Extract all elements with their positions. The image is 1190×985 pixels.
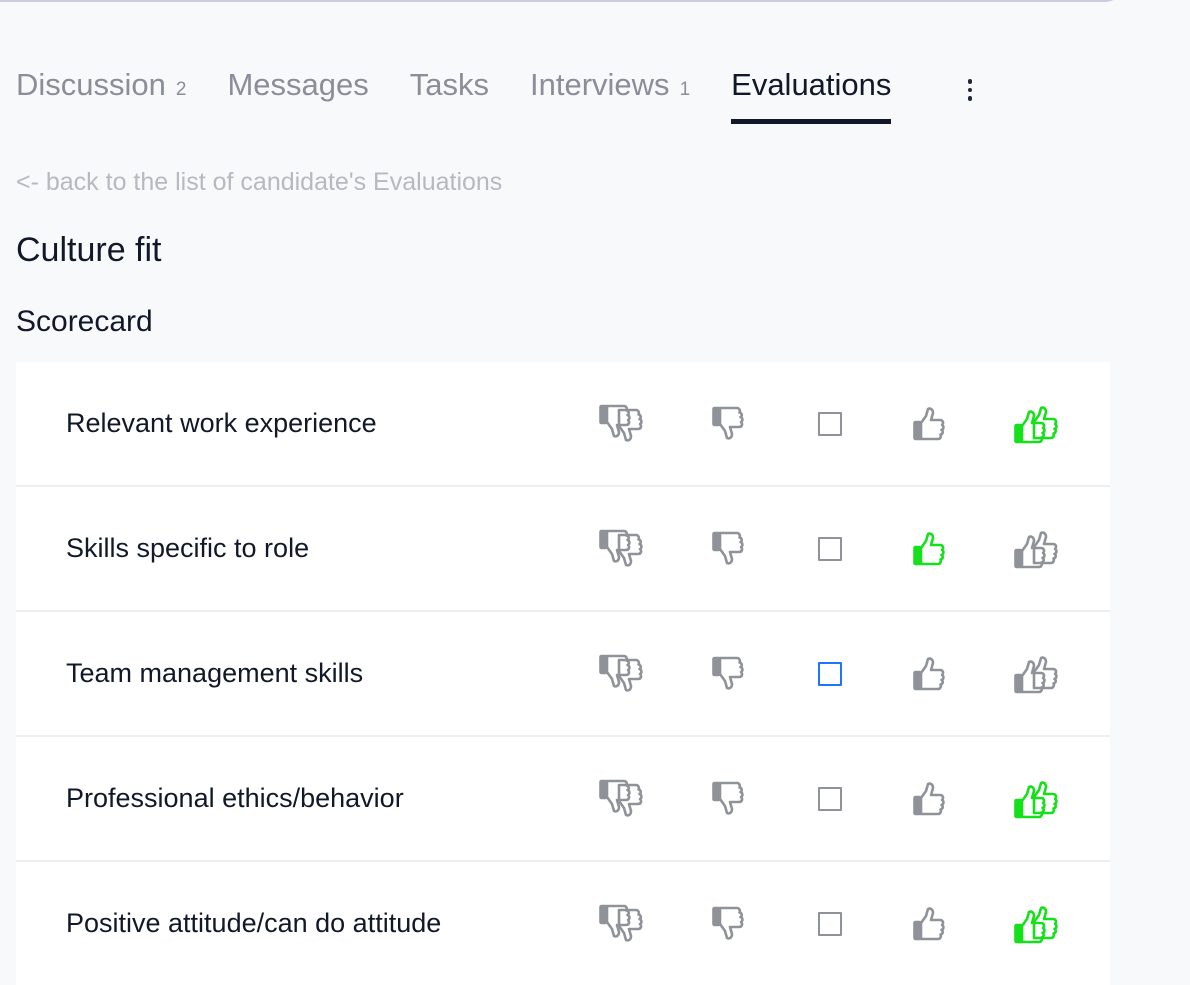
criterion-name: Team management skills xyxy=(66,658,364,688)
tab-interviews-label: Interviews xyxy=(530,67,670,102)
thumbs-down-icon[interactable] xyxy=(704,775,752,823)
tab-evaluations-label: Evaluations xyxy=(731,67,892,102)
criterion-name: Skills specific to role xyxy=(66,533,310,563)
strong-yes-icon[interactable] xyxy=(1013,525,1061,573)
thumbs-up-icon[interactable] xyxy=(905,775,953,823)
criterion-name: Relevant work experience xyxy=(66,408,377,438)
thumbs-up-icon[interactable] xyxy=(905,525,953,573)
neutral-checkbox-icon[interactable] xyxy=(806,775,854,823)
tab-discussion-count: 2 xyxy=(175,79,187,100)
thumbs-down-icon[interactable] xyxy=(704,525,752,573)
criterion-name: Positive attitude/can do attitude xyxy=(66,908,442,938)
neutral-checkbox-icon[interactable] xyxy=(806,650,854,698)
scorecard-card: Relevant work experience Skills specific… xyxy=(16,362,1110,985)
strong-no-icon[interactable] xyxy=(598,525,646,573)
strong-yes-icon[interactable] xyxy=(1013,650,1061,698)
strong-no-icon[interactable] xyxy=(598,775,646,823)
tab-messages-label: Messages xyxy=(227,67,369,102)
scorecard-row: Team management skills xyxy=(16,612,1110,737)
scorecard-row: Positive attitude/can do attitude xyxy=(16,862,1110,985)
tab-bar: Discussion 2 Messages Tasks Interviews 1 E… xyxy=(16,64,932,124)
thumbs-up-icon[interactable] xyxy=(905,650,953,698)
strong-yes-icon[interactable] xyxy=(1013,775,1061,823)
strong-no-icon[interactable] xyxy=(598,900,646,948)
thumbs-down-icon[interactable] xyxy=(704,650,752,698)
scorecard-row: Relevant work experience xyxy=(16,362,1110,487)
tab-tasks-label: Tasks xyxy=(409,67,490,102)
section-title: Scorecard xyxy=(16,305,153,338)
top-card-border xyxy=(0,0,1120,2)
strong-no-icon[interactable] xyxy=(598,400,646,448)
tab-interviews[interactable]: Interviews 1 xyxy=(530,64,690,124)
tab-evaluations[interactable]: Evaluations xyxy=(731,64,892,124)
thumbs-up-icon[interactable] xyxy=(905,900,953,948)
thumbs-up-icon[interactable] xyxy=(905,400,953,448)
criterion-name: Professional ethics/behavior xyxy=(66,783,404,813)
tab-messages[interactable]: Messages xyxy=(227,64,368,124)
neutral-checkbox-icon[interactable] xyxy=(806,900,854,948)
tab-discussion-label: Discussion xyxy=(16,67,166,102)
scorecard-row: Professional ethics/behavior xyxy=(16,737,1110,862)
strong-yes-icon[interactable] xyxy=(1013,400,1061,448)
tab-tasks[interactable]: Tasks xyxy=(410,64,489,124)
strong-yes-icon[interactable] xyxy=(1013,900,1061,948)
thumbs-down-icon[interactable] xyxy=(704,400,752,448)
tab-interviews-count: 1 xyxy=(679,79,691,100)
scorecard-row: Skills specific to role xyxy=(16,487,1110,612)
strong-no-icon[interactable] xyxy=(598,650,646,698)
back-to-evaluations-link[interactable]: <- back to the list of candidate's Evalu… xyxy=(16,168,502,197)
tab-discussion[interactable]: Discussion 2 xyxy=(16,64,186,124)
more-options-icon[interactable] xyxy=(960,76,980,104)
page-title: Culture fit xyxy=(16,231,162,269)
neutral-checkbox-icon[interactable] xyxy=(806,525,854,573)
neutral-checkbox-icon[interactable] xyxy=(806,400,854,448)
thumbs-down-icon[interactable] xyxy=(704,900,752,948)
